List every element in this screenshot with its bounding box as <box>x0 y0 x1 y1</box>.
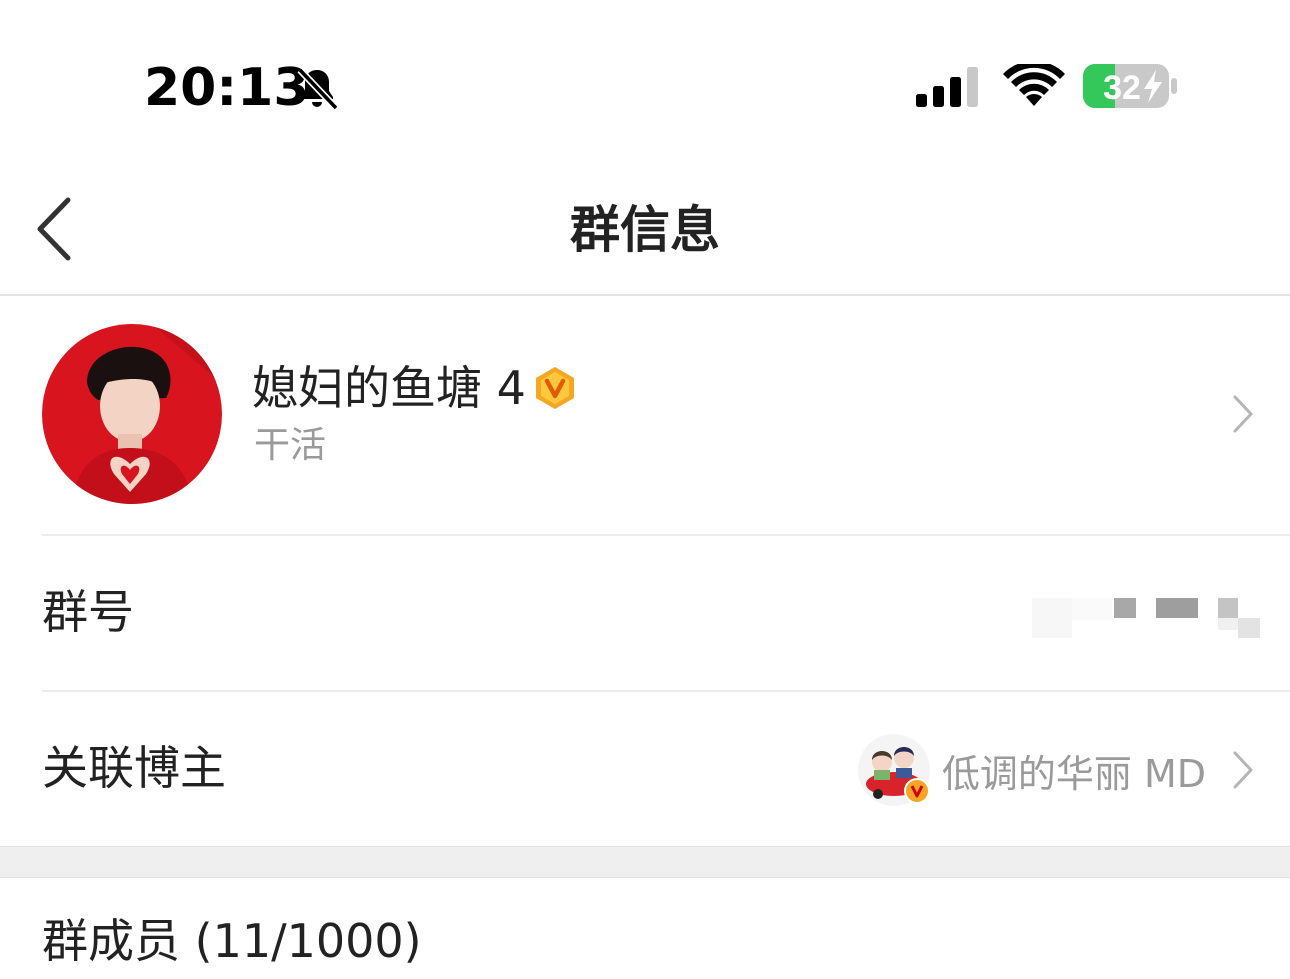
status-time: 20:13 <box>144 58 310 118</box>
group-number-row: 群号 <box>0 536 1290 690</box>
linked-blogger[interactable]: 低调的华丽 MD <box>857 732 1254 808</box>
linked-blogger-label: 关联博主 <box>42 741 226 795</box>
section-separator <box>0 846 1290 878</box>
chevron-right-icon <box>1233 395 1253 433</box>
nav-bar: 群信息 <box>0 170 1290 296</box>
battery-icon: 32 <box>1083 64 1177 108</box>
members-label[interactable]: 群成员 (11/1000) <box>42 910 422 972</box>
page-title: 群信息 <box>570 201 720 259</box>
linked-blogger-row[interactable]: 关联博主 低调的华丽 MD <box>0 692 1290 846</box>
group-name: 媳妇的鱼塘 4 <box>252 361 526 415</box>
group-avatar <box>42 324 222 504</box>
group-name-wrap: 媳妇的鱼塘 4 <box>252 356 576 420</box>
battery-percent: 32 <box>1103 69 1141 107</box>
group-number-label: 群号 <box>42 585 134 639</box>
blogger-name: 低调的华丽 MD <box>941 751 1206 796</box>
verified-badge-icon <box>903 778 930 804</box>
wifi-icon <box>1003 64 1065 106</box>
vip-badge-icon <box>535 367 574 409</box>
bell-slash-icon <box>297 67 339 111</box>
chevron-right-icon <box>1233 751 1253 789</box>
cellular-signal-icon <box>916 67 978 107</box>
group-subtitle: 干活 <box>254 425 327 466</box>
group-profile-row[interactable]: 媳妇的鱼塘 4 干活 <box>0 296 1290 534</box>
status-bar: 20:13 32 <box>0 0 1290 170</box>
